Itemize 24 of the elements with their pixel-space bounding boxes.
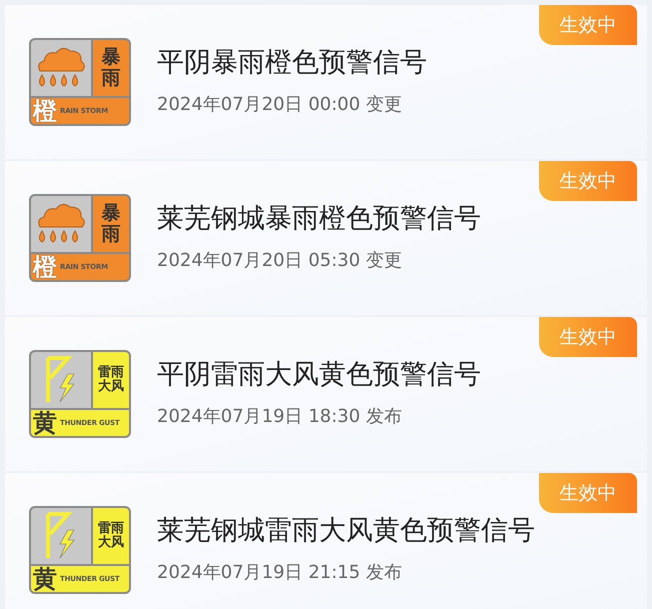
warning-title: 莱芜钢城雷雨大风黄色预警信号 <box>157 514 535 548</box>
warning-type-text: 雷雨 <box>98 366 124 380</box>
warning-time: 2024年07月20日 00:00 变更 <box>157 93 403 118</box>
status-badge: 生效中 <box>539 317 637 357</box>
status-badge: 生效中 <box>539 161 637 201</box>
status-badge: 生效中 <box>539 5 637 45</box>
warning-type-text: 大风 <box>98 380 124 394</box>
warning-time: 2024年07月19日 18:30 发布 <box>157 405 403 430</box>
warning-type-text: 暴 <box>102 203 120 224</box>
warning-level-text: 黄 <box>33 411 57 435</box>
warning-level-text: 黄 <box>33 567 57 591</box>
warning-title: 平阴暴雨橙色预警信号 <box>157 46 427 80</box>
warning-title: 莱芜钢城暴雨橙色预警信号 <box>157 202 481 236</box>
warning-level-text: 橙 <box>33 99 57 123</box>
warning-level-text: 橙 <box>33 255 57 279</box>
warning-type-text: 雷雨 <box>98 522 124 536</box>
warning-time: 2024年07月19日 21:15 发布 <box>157 561 403 586</box>
status-badge: 生效中 <box>539 473 637 513</box>
warning-time: 2024年07月20日 05:30 变更 <box>157 249 403 274</box>
warning-type-text: 大风 <box>98 536 124 550</box>
warning-type-text: 雨 <box>102 224 120 245</box>
warning-type-text: 雨 <box>102 68 120 89</box>
warning-type-text: 暴 <box>102 47 120 68</box>
warning-title: 平阴雷雨大风黄色预警信号 <box>157 358 481 392</box>
